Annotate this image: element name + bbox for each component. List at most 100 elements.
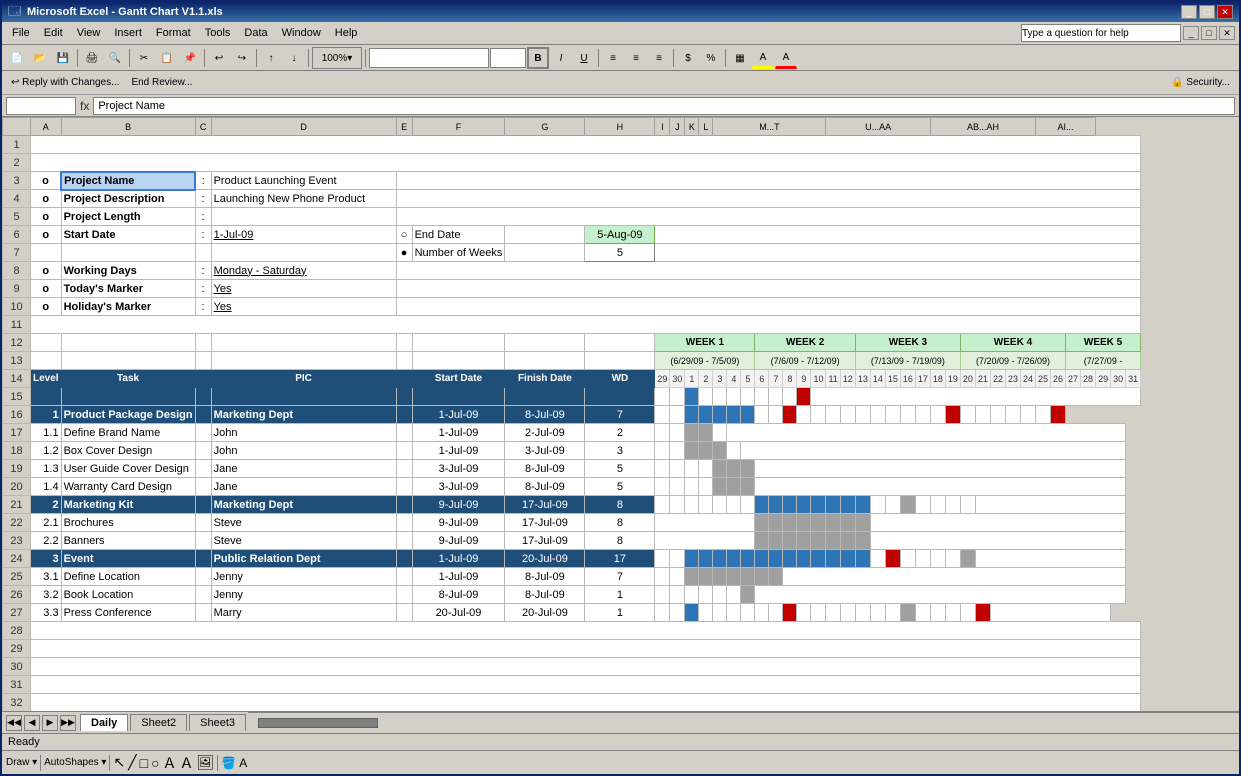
r21-finish[interactable]: 17-Jul-09: [505, 496, 585, 514]
r16-g12[interactable]: [811, 406, 826, 424]
r23-task[interactable]: Banners: [61, 532, 195, 550]
r16-g20[interactable]: [930, 406, 945, 424]
r18-start[interactable]: 1-Jul-09: [412, 442, 505, 460]
copy-button[interactable]: 📋: [156, 47, 178, 69]
r21-level[interactable]: 2: [31, 496, 62, 514]
r24-g9[interactable]: [769, 550, 783, 568]
r26-task[interactable]: Book Location: [61, 586, 195, 604]
menu-data[interactable]: Data: [238, 25, 273, 41]
r23-g14[interactable]: [840, 532, 855, 550]
r21-wd[interactable]: 8: [585, 496, 655, 514]
r24-g13[interactable]: [826, 550, 840, 568]
r23-e[interactable]: [396, 532, 412, 550]
r16-g10-red[interactable]: [783, 406, 797, 424]
r16-wd[interactable]: 7: [585, 406, 655, 424]
r22-e[interactable]: [396, 514, 412, 532]
r27-task[interactable]: Press Conference: [61, 604, 195, 622]
r18-g5[interactable]: [713, 442, 727, 460]
cell-reference[interactable]: B3: [6, 97, 76, 115]
row-29-empty[interactable]: [31, 640, 1141, 658]
sort-asc-button[interactable]: ↑: [260, 47, 282, 69]
r16-g19[interactable]: [915, 406, 930, 424]
r27-g9[interactable]: [769, 604, 783, 622]
r24-level[interactable]: 3: [31, 550, 62, 568]
col-header-C[interactable]: C: [195, 118, 211, 136]
tab-last-button[interactable]: ▶▶: [60, 715, 76, 731]
r26-g7[interactable]: [741, 586, 755, 604]
col-header-G[interactable]: G: [505, 118, 585, 136]
r16-finish[interactable]: 8-Jul-09: [505, 406, 585, 424]
sheet-tab-sheet2[interactable]: Sheet2: [130, 714, 187, 731]
r21-g20[interactable]: [930, 496, 945, 514]
r21-g5[interactable]: [713, 496, 727, 514]
r12-wd[interactable]: [585, 334, 655, 352]
r24-g22[interactable]: [960, 550, 975, 568]
r17-start[interactable]: 1-Jul-09: [412, 424, 505, 442]
r25-wd[interactable]: 7: [585, 568, 655, 586]
r21-g15[interactable]: [855, 496, 870, 514]
r25-g3[interactable]: [685, 568, 699, 586]
r15-g5[interactable]: [713, 388, 727, 406]
r26-g4[interactable]: [699, 586, 713, 604]
r15-g6[interactable]: [727, 388, 741, 406]
r27-pic[interactable]: Marry: [211, 604, 396, 622]
r22-c[interactable]: [195, 514, 211, 532]
r15-g10[interactable]: [783, 388, 797, 406]
maximize-button[interactable]: □: [1199, 5, 1215, 19]
r19-finish[interactable]: 8-Jul-09: [505, 460, 585, 478]
menu-file[interactable]: File: [6, 25, 36, 41]
r25-g6[interactable]: [727, 568, 741, 586]
minimize-button[interactable]: _: [1181, 5, 1197, 19]
r27-g10-red[interactable]: [783, 604, 797, 622]
r25-g8[interactable]: [755, 568, 769, 586]
r19-g4[interactable]: [699, 460, 713, 478]
align-right-button[interactable]: ≡: [648, 47, 670, 69]
r16-g3[interactable]: [685, 406, 699, 424]
r21-e[interactable]: [396, 496, 412, 514]
row10-bullet[interactable]: o: [31, 298, 62, 316]
col-header-E[interactable]: E: [396, 118, 412, 136]
r23-start[interactable]: 9-Jul-09: [412, 532, 505, 550]
r17-finish[interactable]: 2-Jul-09: [505, 424, 585, 442]
align-center-button[interactable]: ≡: [625, 47, 647, 69]
r27-g19[interactable]: [915, 604, 930, 622]
row7-empty3[interactable]: [195, 244, 211, 262]
r18-task[interactable]: Box Cover Design: [61, 442, 195, 460]
r16-e[interactable]: [396, 406, 412, 424]
row9-rest[interactable]: [396, 280, 1141, 298]
r23-g9[interactable]: [769, 532, 783, 550]
r25-pic[interactable]: Jenny: [211, 568, 396, 586]
r19-g2[interactable]: [670, 460, 685, 478]
tab-first-button[interactable]: ◀◀: [6, 715, 22, 731]
row-31-empty[interactable]: [31, 676, 1141, 694]
r25-task[interactable]: Define Location: [61, 568, 195, 586]
r21-g18[interactable]: [900, 496, 915, 514]
r21-g7[interactable]: [741, 496, 755, 514]
r25-g1[interactable]: [655, 568, 670, 586]
r12-c[interactable]: [195, 334, 211, 352]
r25-g2[interactable]: [670, 568, 685, 586]
r18-finish[interactable]: 3-Jul-09: [505, 442, 585, 460]
r15-g8[interactable]: [755, 388, 769, 406]
r16-g9[interactable]: [769, 406, 783, 424]
r21-g3[interactable]: [685, 496, 699, 514]
underline-button[interactable]: U: [573, 47, 595, 69]
r19-g5[interactable]: [713, 460, 727, 478]
r19-wd[interactable]: 5: [585, 460, 655, 478]
r17-c[interactable]: [195, 424, 211, 442]
r19-grest[interactable]: [755, 460, 1126, 478]
row6-end-value[interactable]: 5-Aug-09: [585, 226, 655, 244]
r20-g7[interactable]: [741, 478, 755, 496]
row-11-empty[interactable]: [31, 316, 1141, 334]
r16-g7[interactable]: [741, 406, 755, 424]
r16-g15[interactable]: [855, 406, 870, 424]
menu-help[interactable]: Help: [329, 25, 364, 41]
r19-g6[interactable]: [727, 460, 741, 478]
r16-g28-red[interactable]: [1051, 406, 1066, 424]
r26-grest[interactable]: [755, 586, 1126, 604]
r16-g26[interactable]: [1020, 406, 1035, 424]
r24-start[interactable]: 1-Jul-09: [412, 550, 505, 568]
r20-c[interactable]: [195, 478, 211, 496]
r16-g14[interactable]: [840, 406, 855, 424]
r21-g10[interactable]: [783, 496, 797, 514]
